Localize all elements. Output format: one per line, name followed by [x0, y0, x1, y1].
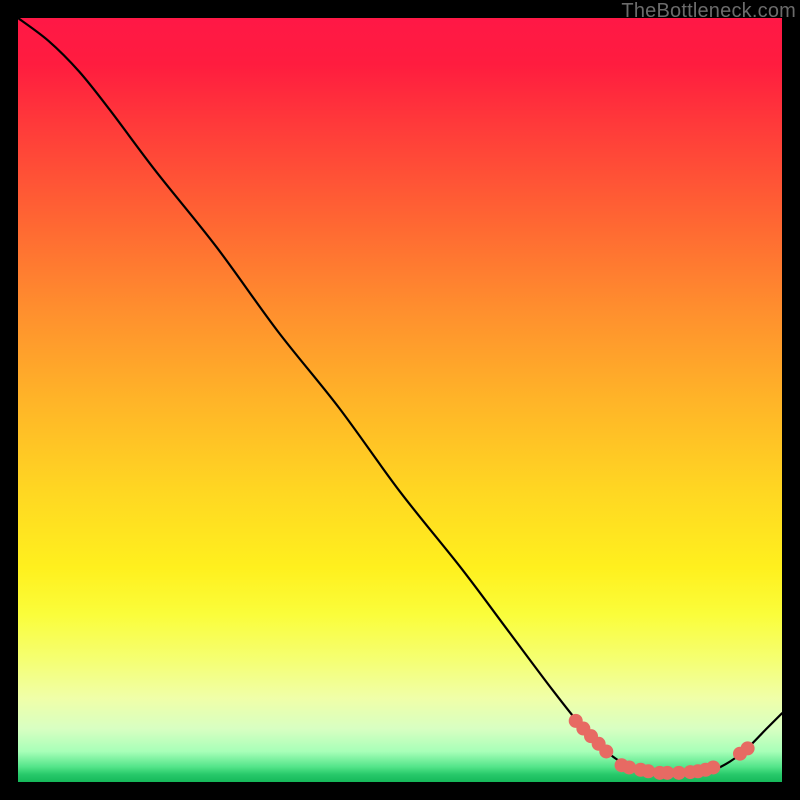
marker-right-2	[741, 741, 755, 755]
plot-area	[18, 18, 782, 782]
curve-layer	[18, 18, 782, 782]
marker-cluster-left-5	[599, 744, 613, 758]
bottleneck-curve	[18, 18, 782, 775]
marker-valley-11	[706, 760, 720, 774]
chart-frame: TheBottleneck.com	[0, 0, 800, 800]
watermark-text: TheBottleneck.com	[621, 0, 796, 23]
marker-layer	[569, 714, 755, 780]
